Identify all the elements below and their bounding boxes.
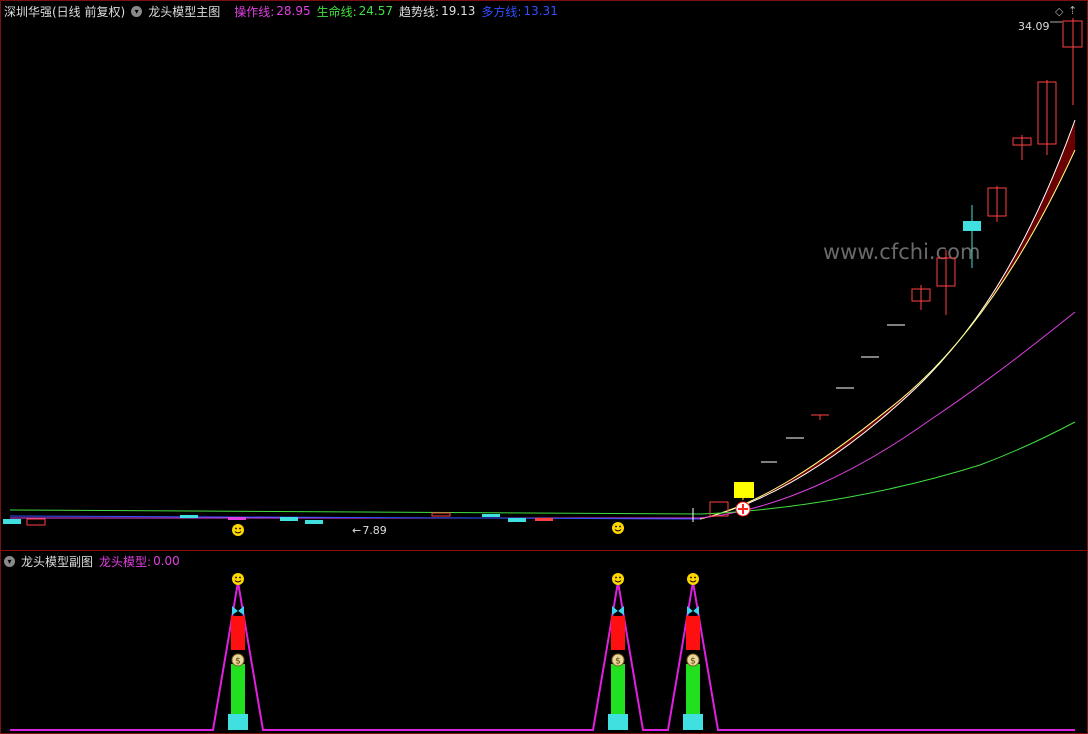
signal-stack-2 [608,616,628,730]
sub-chart[interactable]: $ $ $ [0,0,1088,734]
signal-line [10,581,1075,731]
smiley-icon [612,573,624,585]
money-bag-icon: $ [686,653,700,667]
butterfly-icon [687,606,699,616]
svg-text:$: $ [235,657,241,667]
butterfly-icon [612,606,624,616]
signal-stack-3 [683,616,703,730]
smiley-icon [687,573,699,585]
svg-text:$: $ [690,657,696,667]
money-bag-icon: $ [231,653,245,667]
smiley-icon [232,573,244,585]
money-bag-icon: $ [611,653,625,667]
signal-stack-1 [228,616,248,730]
svg-text:$: $ [615,657,621,667]
